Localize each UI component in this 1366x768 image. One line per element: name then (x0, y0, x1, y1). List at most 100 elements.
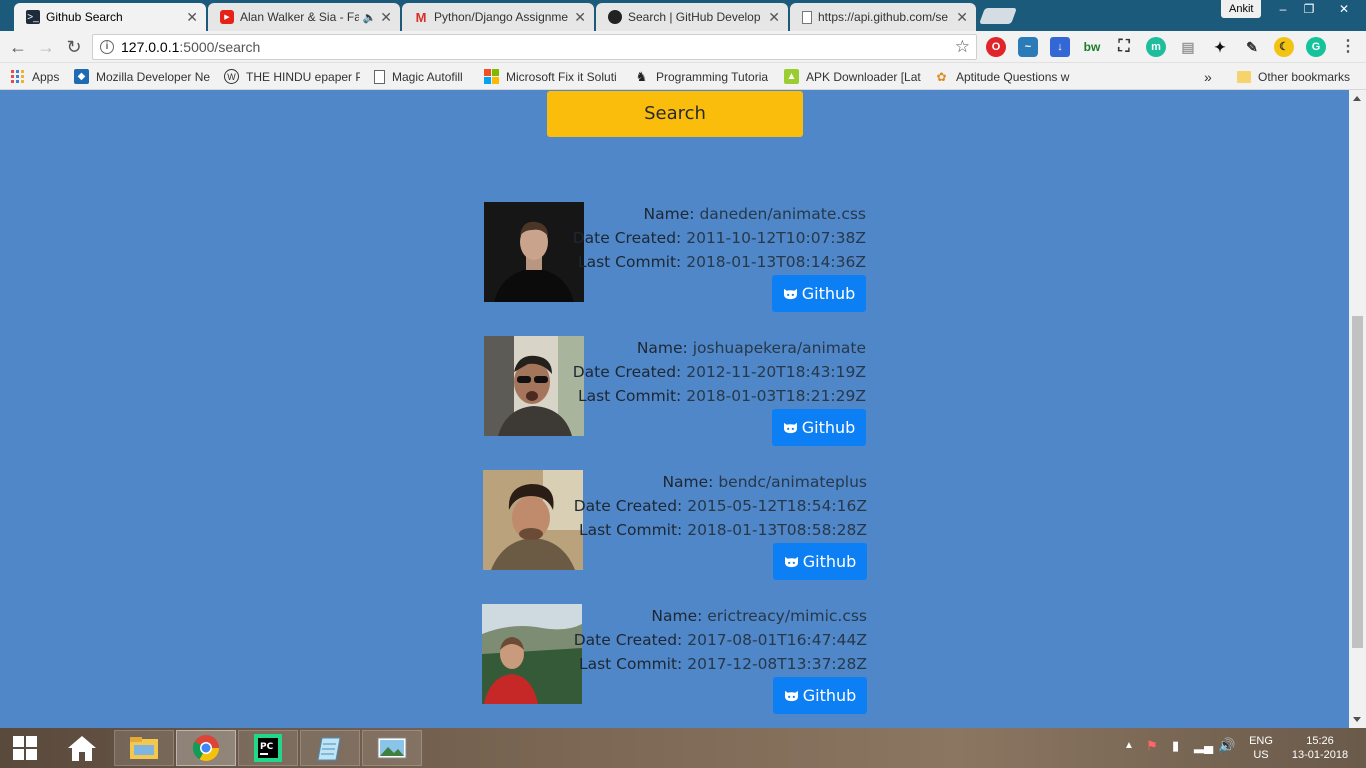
bookmark-label: Aptitude Questions w (956, 69, 1070, 84)
bookmark-programming-tutorials[interactable]: ♞ Programming Tutoria (634, 68, 772, 85)
grammarly-extension-icon[interactable]: G (1306, 37, 1326, 57)
github-button[interactable]: Github (773, 543, 867, 580)
repo-result: Name: joshuapekera/animate Date Created:… (476, 336, 866, 450)
name-label: Name: (651, 607, 703, 625)
volume-icon[interactable]: 🔊 (1218, 737, 1235, 754)
battery-icon[interactable]: ▮ (1172, 738, 1179, 754)
github-button[interactable]: Github (773, 677, 867, 714)
clock-time: 15:26 (1306, 735, 1334, 747)
bookmark-star-icon[interactable]: ☆ (955, 37, 970, 57)
forward-button[interactable]: → (35, 36, 57, 58)
github-cat-icon (784, 690, 798, 702)
close-icon[interactable]: ✕ (956, 9, 968, 26)
github-button-label: Github (801, 284, 856, 303)
repo-meta: Name: bendc/animateplus Date Created: 20… (574, 470, 867, 542)
date-created-value: 2017-08-01T16:47:44Z (687, 631, 867, 649)
language-indicator[interactable]: ENG US (1246, 734, 1276, 762)
url-text[interactable]: 127.0.0.1:5000/search (121, 39, 955, 55)
eyedropper-extension-icon[interactable]: ✎ (1242, 37, 1262, 57)
region-code: US (1253, 749, 1269, 761)
search-button[interactable]: Search (547, 91, 803, 137)
home-icon[interactable] (52, 730, 112, 766)
show-hidden-icons[interactable]: ▲ (1124, 740, 1134, 751)
screenshot-extension-icon[interactable]: ⛶ (1114, 37, 1134, 57)
other-bookmarks[interactable]: Other bookmarks (1236, 68, 1350, 85)
night-mode-extension-icon[interactable]: ☾ (1274, 37, 1294, 57)
scroll-down-arrow[interactable] (1353, 717, 1361, 722)
aptitude-icon: ✿ (936, 69, 947, 84)
last-commit-value: 2018-01-13T08:14:36Z (686, 253, 866, 271)
file-explorer-icon[interactable] (114, 730, 174, 766)
browser-toolbar: ← → ↻ i 127.0.0.1:5000/search ☆ O ~ ↓ bw… (0, 31, 1366, 63)
tab-gmail[interactable]: M Python/Django Assignme ✕ (402, 3, 594, 31)
repo-result: Name: erictreacy/mimic.css Date Created:… (474, 604, 867, 718)
opera-extension-icon[interactable]: O (986, 37, 1006, 57)
bookmark-magic-autofill[interactable]: Magic Autofill (374, 68, 474, 85)
more-bookmarks-button[interactable]: » (1204, 68, 1212, 85)
back-button[interactable]: ← (7, 36, 29, 58)
tab-github-api[interactable]: https://api.github.com/se ✕ (790, 3, 976, 31)
github-button[interactable]: Github (772, 409, 866, 446)
github-button-label: Github (801, 418, 856, 437)
repo-meta: Name: daneden/animate.css Date Created: … (573, 202, 866, 274)
bookmarks-bar: Apps ◆ Mozilla Developer Ne W THE HINDU … (0, 63, 1366, 90)
apk-icon: ▲ (784, 69, 799, 84)
reader-extension-icon[interactable]: ▤ (1178, 37, 1198, 57)
start-icon[interactable] (0, 730, 50, 766)
photos-icon[interactable] (362, 730, 422, 766)
repo-result: Name: daneden/animate.css Date Created: … (476, 202, 866, 316)
bookmark-apk-downloader[interactable]: ▲ APK Downloader [Lat (784, 68, 922, 85)
address-bar[interactable]: i 127.0.0.1:5000/search ☆ (92, 34, 977, 60)
new-tab-button[interactable] (979, 8, 1017, 24)
close-icon[interactable]: ✕ (768, 9, 780, 26)
url-path: :5000/search (179, 39, 261, 55)
name-label: Name: (643, 205, 695, 223)
pycharm-icon[interactable]: PC (238, 730, 298, 766)
avatar (483, 470, 583, 570)
github-button-label: Github (802, 686, 857, 705)
bookmark-label: APK Downloader [Lat (806, 69, 921, 84)
scroll-up-arrow[interactable] (1353, 96, 1361, 101)
language-code: ENG (1249, 735, 1273, 747)
notepad-icon[interactable] (300, 730, 360, 766)
bookmark-apps[interactable]: Apps (10, 68, 59, 85)
bw-extension-icon[interactable]: bw (1082, 37, 1102, 57)
reload-button[interactable]: ↻ (63, 36, 85, 58)
close-icon[interactable]: ✕ (574, 9, 586, 26)
network-warning-icon[interactable]: ⚑ (1146, 738, 1158, 754)
minimize-button[interactable]: – (1270, 0, 1296, 18)
clock[interactable]: 15:26 13-01-2018 (1284, 734, 1356, 762)
github-cat-icon (784, 556, 798, 568)
bookmark-microsoft-fixit[interactable]: Microsoft Fix it Soluti (484, 68, 620, 85)
chrome-icon[interactable] (176, 730, 236, 766)
speaker-icon[interactable]: 🔈 (363, 11, 377, 24)
ninja-extension-icon[interactable]: ✦ (1210, 37, 1230, 57)
bookmark-hindu[interactable]: W THE HINDU epaper P (224, 68, 360, 85)
profile-button[interactable]: Ankit (1221, 0, 1262, 18)
close-icon[interactable]: ✕ (186, 9, 198, 26)
wave-extension-icon[interactable]: ~ (1018, 37, 1038, 57)
avatar (484, 336, 584, 436)
github-button[interactable]: Github (772, 275, 866, 312)
scrollbar-thumb[interactable] (1352, 316, 1363, 648)
menu-icon[interactable]: ⋮ (1338, 37, 1358, 57)
close-window-button[interactable]: ✕ (1322, 0, 1366, 18)
bookmark-mdn[interactable]: ◆ Mozilla Developer Ne (74, 68, 214, 85)
last-commit-label: Last Commit: (578, 521, 683, 539)
signal-icon[interactable]: ▂▄ (1194, 738, 1213, 754)
close-icon[interactable]: ✕ (380, 9, 392, 26)
restore-button[interactable]: ❐ (1296, 0, 1322, 18)
tab-github-search[interactable]: >_ Github Search ✕ (14, 3, 206, 31)
last-commit-label: Last Commit: (577, 253, 682, 271)
terminal-icon: >_ (26, 10, 40, 24)
bookmark-aptitude[interactable]: ✿ Aptitude Questions w (934, 68, 1072, 85)
tab-youtube[interactable]: ▶ Alan Walker & Sia - Fa 🔈 ✕ (208, 3, 400, 31)
avatar (484, 202, 584, 302)
download-extension-icon[interactable]: ↓ (1050, 37, 1070, 57)
last-commit-label: Last Commit: (578, 655, 683, 673)
tab-title: Search | GitHub Develop (628, 10, 761, 24)
page-scrollbar[interactable] (1349, 90, 1366, 728)
m-extension-icon[interactable]: m (1146, 37, 1166, 57)
info-icon[interactable]: i (100, 40, 114, 54)
tab-github-developer[interactable]: Search | GitHub Develop ✕ (596, 3, 788, 31)
